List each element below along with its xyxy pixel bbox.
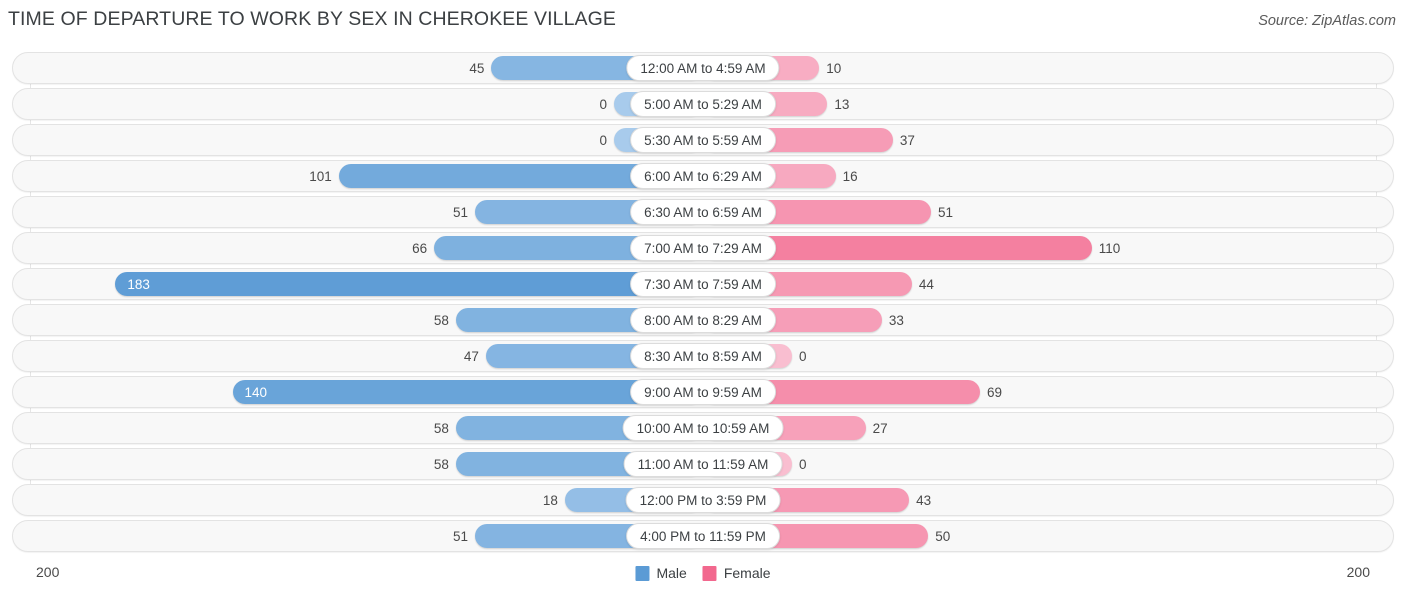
bar-row[interactable]: 0 37 5:30 AM to 5:59 AM bbox=[12, 124, 1394, 156]
value-label-female: 10 bbox=[826, 61, 842, 76]
category-label: 5:30 AM to 5:59 AM bbox=[630, 127, 776, 153]
bar-male[interactable] bbox=[115, 272, 703, 296]
value-label-female: 27 bbox=[872, 421, 888, 436]
legend-label: Female bbox=[723, 565, 771, 581]
value-label-male: 101 bbox=[309, 169, 332, 184]
value-label-female: 50 bbox=[935, 529, 951, 544]
legend-swatch-icon bbox=[702, 565, 717, 581]
axis-label-left: 200 bbox=[36, 564, 60, 580]
value-label-female: 43 bbox=[916, 493, 932, 508]
chart-legend: Male Female bbox=[635, 565, 771, 581]
value-label-male: 45 bbox=[469, 61, 485, 76]
bar-row[interactable]: 140 69 9:00 AM to 9:59 AM bbox=[12, 376, 1394, 408]
bar-row[interactable]: 51 50 4:00 PM to 11:59 PM bbox=[12, 520, 1394, 552]
value-label-female: 0 bbox=[799, 457, 807, 472]
category-label: 5:00 AM to 5:29 AM bbox=[630, 91, 776, 117]
category-label: 7:00 AM to 7:29 AM bbox=[630, 235, 776, 261]
value-label-female: 44 bbox=[918, 277, 934, 292]
category-label: 11:00 AM to 11:59 AM bbox=[623, 451, 783, 477]
value-label-male: 51 bbox=[453, 205, 469, 220]
bar-row[interactable]: 101 16 6:00 AM to 6:29 AM bbox=[12, 160, 1394, 192]
value-label-female: 16 bbox=[842, 169, 858, 184]
category-label: 6:30 AM to 6:59 AM bbox=[630, 199, 776, 225]
value-label-female: 69 bbox=[987, 385, 1003, 400]
value-label-male: 0 bbox=[599, 97, 607, 112]
category-label: 6:00 AM to 6:29 AM bbox=[630, 163, 776, 189]
legend-label: Male bbox=[656, 565, 687, 581]
category-label: 8:00 AM to 8:29 AM bbox=[630, 307, 776, 333]
legend-item[interactable]: Female bbox=[702, 565, 771, 581]
value-label-male: 66 bbox=[412, 241, 428, 256]
category-label: 4:00 PM to 11:59 PM bbox=[626, 523, 780, 549]
value-label-male: 58 bbox=[433, 457, 449, 472]
category-label: 10:00 AM to 10:59 AM bbox=[622, 415, 784, 441]
bar-row[interactable]: 51 51 6:30 AM to 6:59 AM bbox=[12, 196, 1394, 228]
value-label-male: 58 bbox=[433, 421, 449, 436]
category-label: 8:30 AM to 8:59 AM bbox=[630, 343, 776, 369]
bar-row[interactable]: 47 0 8:30 AM to 8:59 AM bbox=[12, 340, 1394, 372]
value-label-female: 110 bbox=[1098, 241, 1121, 256]
value-label-female: 51 bbox=[937, 205, 953, 220]
value-label-female: 37 bbox=[899, 133, 915, 148]
value-label-male: 0 bbox=[599, 133, 607, 148]
value-label-female: 0 bbox=[799, 349, 807, 364]
category-label: 9:00 AM to 9:59 AM bbox=[630, 379, 776, 405]
category-label: 7:30 AM to 7:59 AM bbox=[630, 271, 776, 297]
axis-label-right: 200 bbox=[1346, 564, 1370, 580]
bar-row[interactable]: 18 43 12:00 PM to 3:59 PM bbox=[12, 484, 1394, 516]
legend-swatch-icon bbox=[635, 565, 650, 581]
chart-root: TIME OF DEPARTURE TO WORK BY SEX IN CHER… bbox=[0, 0, 1406, 594]
bar-rows: 45 10 12:00 AM to 4:59 AM 0 13 5:00 AM to 5:2… bbox=[0, 52, 1406, 556]
bar-row[interactable]: 58 33 8:00 AM to 8:29 AM bbox=[12, 304, 1394, 336]
value-label-male: 47 bbox=[463, 349, 479, 364]
value-label-male: 140 bbox=[244, 385, 268, 400]
chart-title: TIME OF DEPARTURE TO WORK BY SEX IN CHER… bbox=[8, 8, 617, 30]
bar-row[interactable]: 66 110 7:00 AM to 7:29 AM bbox=[12, 232, 1394, 264]
bar-row[interactable]: 58 0 11:00 AM to 11:59 AM bbox=[12, 448, 1394, 480]
value-label-female: 33 bbox=[888, 313, 904, 328]
value-label-male: 58 bbox=[433, 313, 449, 328]
bar-row[interactable]: 183 44 7:30 AM to 7:59 AM bbox=[12, 268, 1394, 300]
plot-area: 45 10 12:00 AM to 4:59 AM 0 13 5:00 AM to 5:2… bbox=[0, 52, 1406, 554]
category-label: 12:00 AM to 4:59 AM bbox=[626, 55, 780, 81]
bar-row[interactable]: 58 27 10:00 AM to 10:59 AM bbox=[12, 412, 1394, 444]
value-label-male: 183 bbox=[127, 277, 150, 292]
value-label-male: 18 bbox=[542, 493, 558, 508]
bar-row[interactable]: 45 10 12:00 AM to 4:59 AM bbox=[12, 52, 1394, 84]
category-label: 12:00 PM to 3:59 PM bbox=[625, 487, 781, 513]
bar-row[interactable]: 0 13 5:00 AM to 5:29 AM bbox=[12, 88, 1394, 120]
source-attribution: Source: ZipAtlas.com bbox=[1258, 13, 1396, 29]
legend-item[interactable]: Male bbox=[635, 565, 687, 581]
value-label-female: 13 bbox=[834, 97, 850, 112]
value-label-male: 51 bbox=[453, 529, 469, 544]
